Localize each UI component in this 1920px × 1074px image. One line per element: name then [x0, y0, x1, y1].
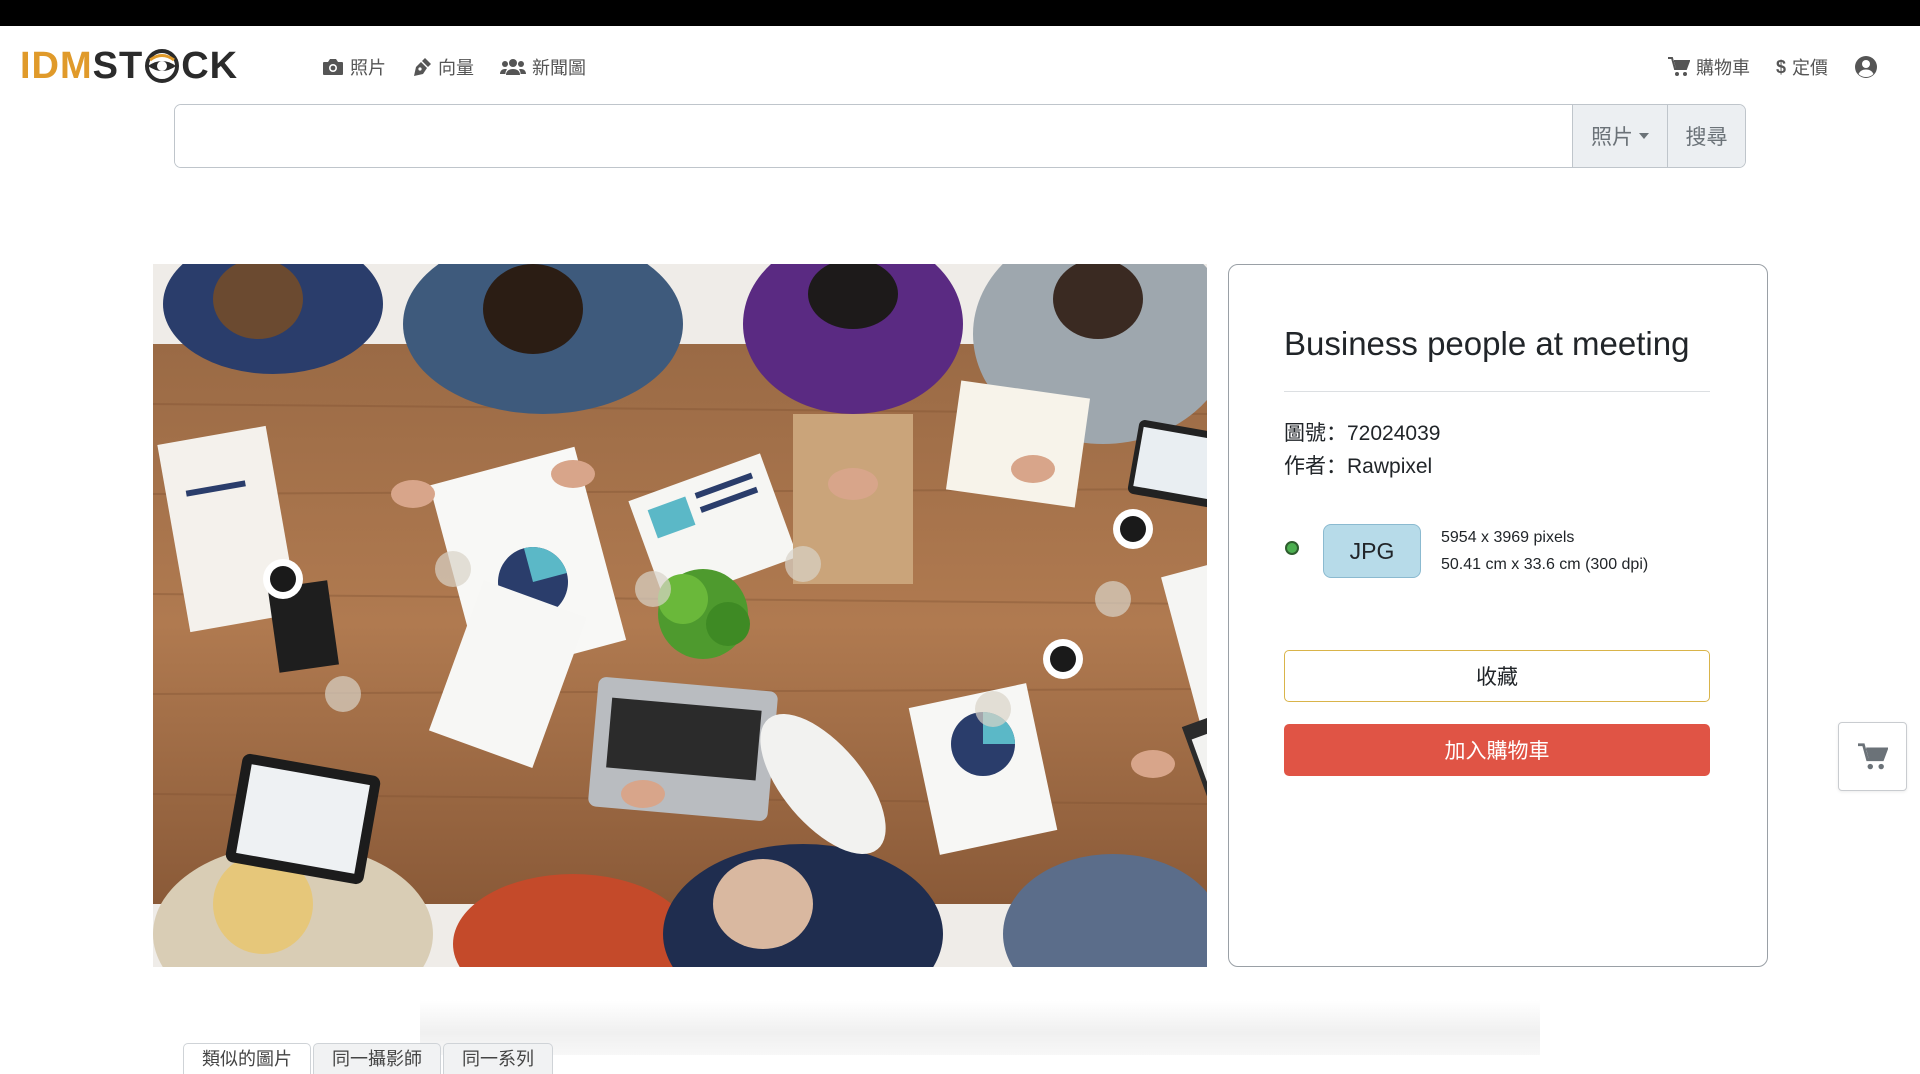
tab-same-series-label: 同一系列 — [462, 1049, 534, 1069]
logo-text-idm: IDM — [20, 44, 93, 87]
nav-vectors-label: 向量 — [438, 58, 474, 78]
nav-pricing-label: 定價 — [1792, 58, 1828, 78]
dollar-icon: $ — [1775, 56, 1786, 77]
add-to-cart-label: 加入購物車 — [1444, 740, 1550, 763]
add-to-cart-button[interactable]: 加入購物車 — [1284, 724, 1710, 776]
nav-news[interactable]: 新聞圖 — [500, 54, 586, 80]
image-title: Business people at meeting — [1284, 325, 1690, 362]
related-tabs: 類似的圖片 同一攝影師 同一系列 — [183, 1043, 555, 1074]
nav-vectors[interactable]: 向量 — [412, 54, 474, 80]
tab-similar-images-label: 類似的圖片 — [202, 1049, 292, 1069]
nav-cart-label: 購物車 — [1695, 58, 1750, 78]
search-category-dropdown[interactable]: 照片 — [1572, 105, 1667, 167]
stock-photo-preview[interactable] — [153, 264, 1207, 967]
photo-image — [153, 264, 1207, 967]
format-jpg-option[interactable]: JPG — [1323, 524, 1421, 578]
nav-photos-label: 照片 — [350, 58, 386, 78]
image-id-row: 圖號：72024039 — [1284, 417, 1440, 447]
tab-same-photographer[interactable]: 同一攝影師 — [313, 1043, 441, 1074]
search-category-label: 照片 — [1591, 126, 1633, 149]
search-button-label: 搜尋 — [1685, 126, 1728, 149]
users-icon — [500, 59, 526, 75]
tab-same-series[interactable]: 同一系列 — [443, 1043, 553, 1074]
user-circle-icon — [1855, 56, 1877, 78]
camera-icon — [323, 59, 343, 75]
cart-icon — [1857, 742, 1888, 769]
favorite-button[interactable]: 收藏 — [1284, 650, 1710, 702]
logo-text-st: ST — [92, 44, 144, 87]
format-label: JPG — [1349, 537, 1395, 564]
print-dimensions: 50.41 cm x 33.6 cm (300 dpi) — [1441, 556, 1649, 573]
image-id-label: 圖號： — [1284, 422, 1347, 445]
logo-eye-icon — [145, 49, 180, 83]
image-id-value: 72024039 — [1347, 422, 1441, 445]
nav-photos[interactable]: 照片 — [322, 54, 386, 80]
idmstock-logo[interactable]: IDM ST CK — [20, 44, 239, 87]
cart-icon — [1667, 57, 1690, 76]
nav-news-label: 新聞圖 — [532, 58, 586, 78]
user-nav: 購物車 $ 定價 — [1667, 54, 1878, 80]
nav-cart[interactable]: 購物車 — [1667, 54, 1750, 80]
floating-cart-button[interactable] — [1838, 722, 1907, 791]
search-button[interactable]: 搜尋 — [1667, 105, 1745, 167]
author-row: 作者：Rawpixel — [1284, 450, 1432, 480]
title-divider — [1284, 391, 1710, 392]
caret-down-icon — [1639, 133, 1649, 139]
bottom-shadow — [420, 1000, 1540, 1055]
author-label: 作者： — [1284, 455, 1347, 478]
format-selected-radio[interactable] — [1285, 541, 1299, 555]
image-details-card: Business people at meeting 圖號：72024039 作… — [1228, 264, 1768, 967]
tab-similar-images[interactable]: 類似的圖片 — [183, 1043, 311, 1074]
pixel-dimensions: 5954 x 3969 pixels — [1441, 529, 1575, 546]
tab-same-photographer-label: 同一攝影師 — [332, 1049, 422, 1069]
author-value[interactable]: Rawpixel — [1347, 455, 1432, 478]
search-bar: 照片 搜尋 — [174, 104, 1746, 168]
pen-nib-icon — [414, 58, 431, 76]
account-button[interactable] — [1854, 55, 1878, 79]
main-nav: 照片 向量 新聞圖 — [322, 54, 586, 80]
search-input[interactable] — [175, 105, 1572, 167]
favorite-button-label: 收藏 — [1476, 666, 1518, 689]
window-top-bar — [0, 0, 1920, 26]
logo-text-ck: CK — [181, 44, 239, 87]
nav-pricing[interactable]: $ 定價 — [1776, 54, 1828, 80]
